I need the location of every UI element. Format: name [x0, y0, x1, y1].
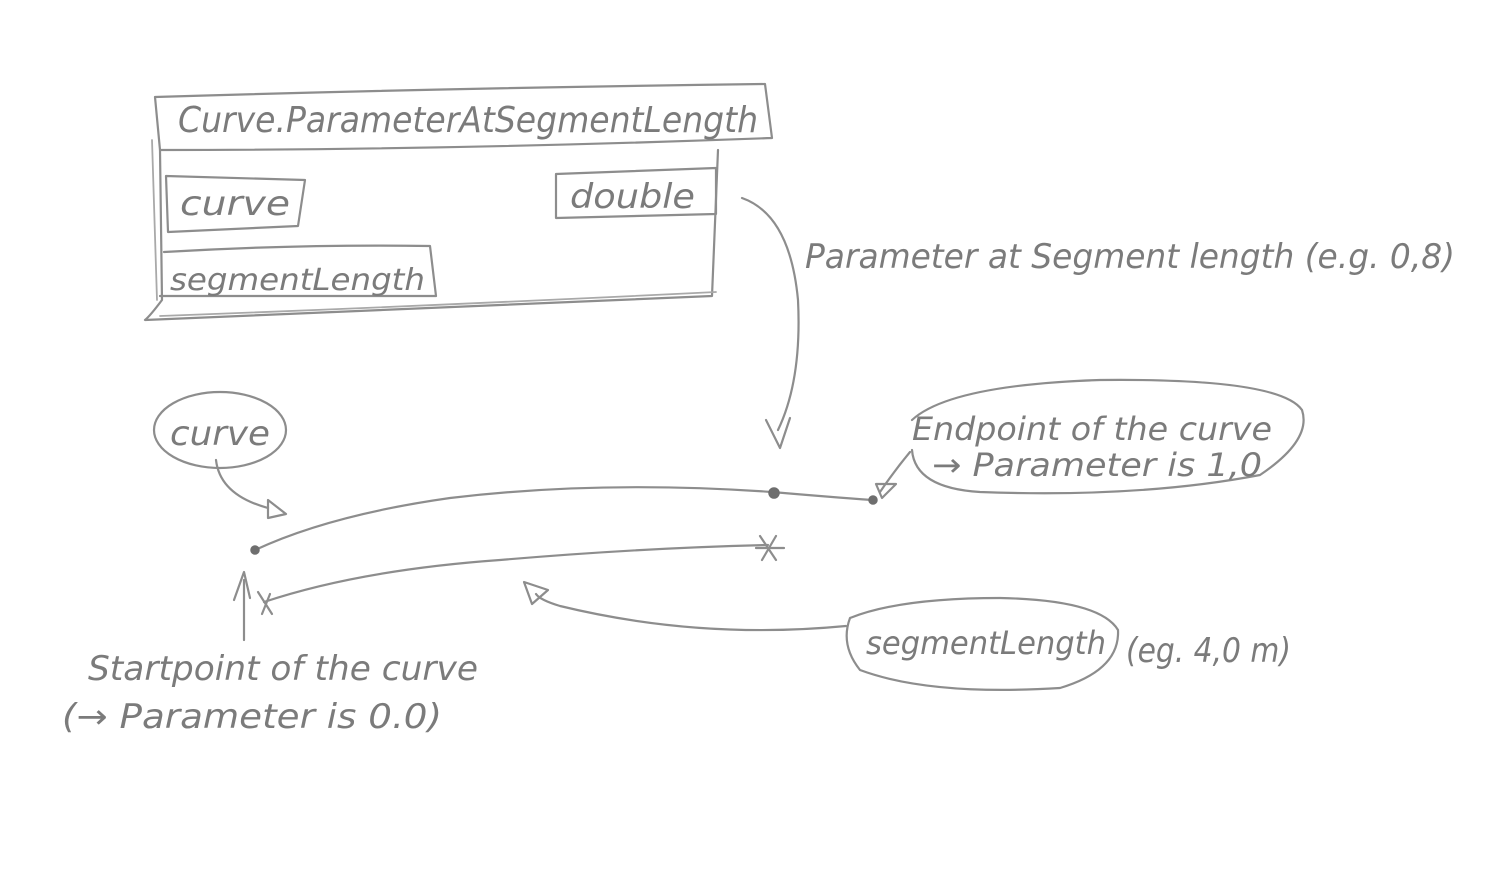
curve-endpoint-dot: [868, 495, 878, 505]
output-port-double-label: double: [570, 177, 695, 217]
curve-line: [253, 486, 874, 552]
output-arrow-head: [764, 416, 792, 450]
output-note: Parameter at Segment length (e.g. 0,8): [805, 237, 1455, 277]
curve-bubble-label: curve: [170, 414, 270, 454]
input-port-segmentlength-label: segmentLength: [170, 263, 425, 298]
startpoint-label-line1: Startpoint of the curve: [88, 649, 478, 689]
startpoint-label-line2: (→ Parameter is 0.0): [62, 697, 442, 737]
input-port-curve-label: curve: [180, 184, 290, 224]
segment-start-cross: [256, 590, 274, 616]
segment-example-label: (eg. 4,0 m): [1126, 631, 1291, 671]
curve-parameter-dot: [768, 487, 780, 499]
node-title: Curve.ParameterAtSegmentLength: [178, 100, 758, 141]
endpoint-label-line2: → Parameter is 1,0: [932, 446, 1262, 484]
endpoint-label-line1: Endpoint of the curve: [912, 410, 1272, 448]
segment-length-line: [262, 543, 770, 604]
segment-bubble-arrow: [534, 592, 848, 632]
segment-bubble-label: segmentLength: [866, 624, 1106, 662]
segment-end-cross: [754, 534, 786, 562]
output-arrow-line: [740, 196, 800, 432]
hand-drawn-diagram: Curve.ParameterAtSegmentLength curve seg…: [62, 82, 1455, 737]
node-block: Curve.ParameterAtSegmentLength curve seg…: [143, 82, 774, 322]
curve-startpoint-dot: [250, 545, 260, 555]
